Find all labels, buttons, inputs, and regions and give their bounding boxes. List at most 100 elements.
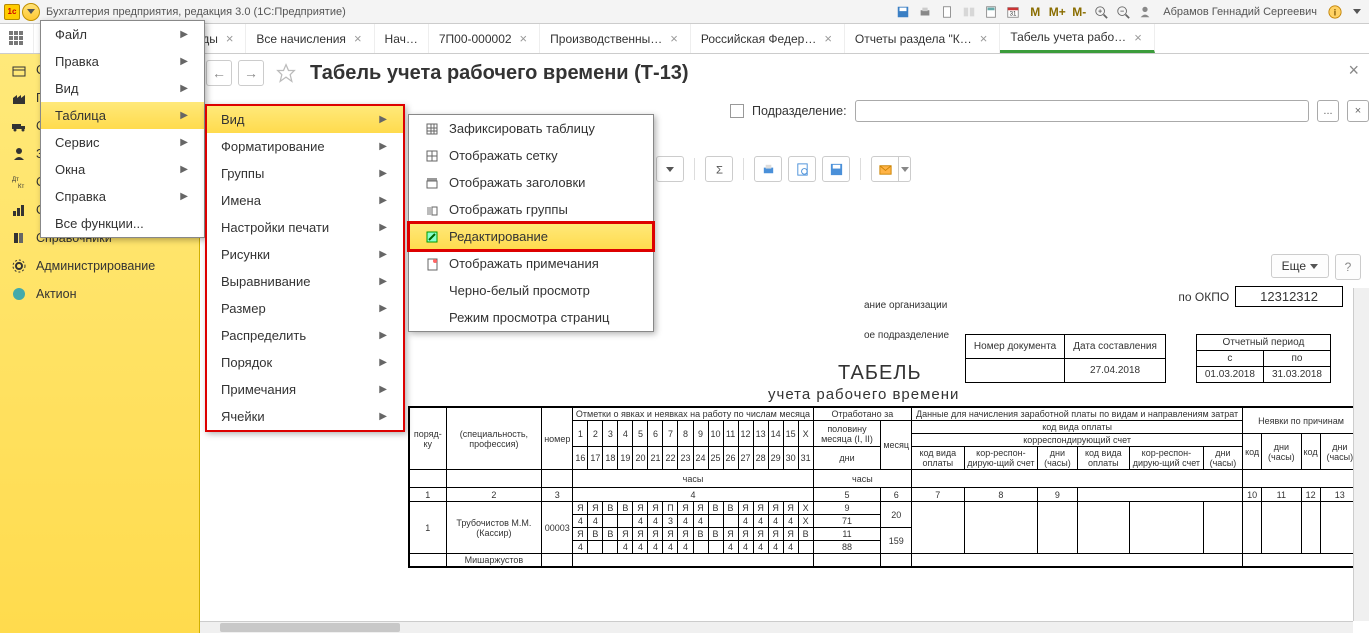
menu-item-2[interactable]: Группы▶ [207, 160, 403, 187]
menu-item-5[interactable]: Отображать примечания [409, 250, 653, 277]
submenu-arrow-icon: ▶ [180, 83, 188, 94]
menu-label: Рисунки [221, 247, 379, 262]
print-icon[interactable] [917, 4, 933, 20]
menu-label: Ячейки [221, 409, 379, 424]
sum-button[interactable]: Σ [705, 156, 733, 182]
menu-item-9[interactable]: Порядок▶ [207, 349, 403, 376]
tab-label: Российская Федер… [701, 32, 816, 46]
memory-mminus-button[interactable]: M- [1071, 4, 1087, 20]
app-title: Бухгалтерия предприятия, редакция 3.0 (1… [46, 6, 346, 18]
submenu-arrow-icon: ▶ [379, 249, 387, 260]
toolbar-button-1[interactable] [656, 156, 684, 182]
submenu-arrow-icon: ▶ [180, 191, 188, 202]
tab-1[interactable]: Все начисления× [246, 24, 374, 53]
svg-text:Дт: Дт [12, 177, 19, 183]
tab-6[interactable]: Отчеты раздела "К…× [845, 24, 1000, 53]
menu-item-0[interactable]: Файл▶ [41, 21, 204, 48]
menu-item-7[interactable]: Все функции... [41, 210, 204, 237]
preview-button[interactable] [788, 156, 816, 182]
favorite-star-icon[interactable] [276, 63, 296, 83]
menu-item-3[interactable]: Имена▶ [207, 187, 403, 214]
menu-icon [423, 257, 441, 271]
menu-label: Отображать группы [449, 202, 637, 217]
help-button[interactable]: ? [1335, 254, 1361, 280]
close-document-button[interactable]: × [1348, 60, 1359, 81]
tab-5[interactable]: Российская Федер… × [691, 24, 845, 53]
tab-close-icon[interactable]: × [978, 31, 990, 46]
tab-label: 7П00-000002 [439, 32, 512, 46]
menu-item-3[interactable]: Таблица▶ [41, 102, 204, 129]
info-icon[interactable]: i [1327, 4, 1343, 20]
menu-item-11[interactable]: Ячейки▶ [207, 403, 403, 430]
submenu-arrow-icon: ▶ [180, 56, 188, 67]
mail-button[interactable] [871, 156, 911, 182]
okpo-value: 12312312 [1235, 286, 1343, 307]
subdivision-input[interactable] [855, 100, 1309, 122]
menu-item-1[interactable]: Правка▶ [41, 48, 204, 75]
tab-close-icon[interactable]: × [352, 31, 364, 46]
menu-item-4[interactable]: Сервис▶ [41, 129, 204, 156]
tab-3[interactable]: 7П00-000002 × [429, 24, 540, 53]
vertical-scrollbar[interactable] [1353, 288, 1369, 621]
zoom-out-icon[interactable] [1115, 4, 1131, 20]
tab-7[interactable]: Табель учета рабо…× [1000, 24, 1154, 53]
menu-item-10[interactable]: Примечания▶ [207, 376, 403, 403]
table-submenu-border: Вид▶Форматирование▶Группы▶Имена▶Настройк… [205, 104, 405, 432]
tab-close-icon[interactable]: × [668, 31, 680, 46]
main-menu[interactable]: Файл▶Правка▶Вид▶Таблица▶Сервис▶Окна▶Спра… [40, 20, 205, 238]
menu-label: Таблица [55, 108, 180, 123]
memory-mplus-button[interactable]: M+ [1049, 4, 1065, 20]
menu-item-8[interactable]: Распределить▶ [207, 322, 403, 349]
more-button[interactable]: Еще [1271, 254, 1329, 278]
memory-m-button[interactable]: M [1027, 4, 1043, 20]
nav-item-7[interactable]: Администрирование [0, 252, 199, 280]
menu-item-0[interactable]: Зафиксировать таблицу [409, 115, 653, 142]
tab-4[interactable]: Производственны…× [540, 24, 691, 53]
save-icon[interactable] [895, 4, 911, 20]
calculator-icon[interactable] [983, 4, 999, 20]
tab-close-icon[interactable]: × [822, 31, 834, 46]
subdivision-clear-button[interactable]: × [1347, 100, 1369, 122]
compare-icon[interactable] [961, 4, 977, 20]
menu-item-6[interactable]: Черно-белый просмотр [409, 277, 653, 304]
menu-label: Примечания [221, 382, 379, 397]
zoom-in-icon[interactable] [1093, 4, 1109, 20]
tab-close-icon[interactable]: × [1132, 30, 1144, 45]
back-button[interactable]: ← [206, 60, 232, 86]
menu-item-7[interactable]: Режим просмотра страниц [409, 304, 653, 331]
menu-label: Выравнивание [221, 274, 379, 289]
caret-down-icon[interactable] [1349, 4, 1365, 20]
tab-close-icon[interactable]: × [518, 31, 530, 46]
nav-item-8[interactable]: Актион [0, 280, 199, 308]
subdivision-more-button[interactable]: ... [1317, 100, 1339, 122]
menu-item-7[interactable]: Размер▶ [207, 295, 403, 322]
menu-item-3[interactable]: Отображать группы [409, 196, 653, 223]
print-button[interactable] [754, 156, 782, 182]
user-name[interactable]: Абрамов Геннадий Сергеевич [1159, 6, 1321, 18]
main-timesheet-table[interactable]: поряд-ку (специальность, профессия) номе… [408, 406, 1361, 568]
submenu-arrow-icon: ▶ [379, 195, 387, 206]
tab-close-icon[interactable]: × [224, 31, 236, 46]
apps-grid-button[interactable] [0, 24, 34, 53]
menu-item-0[interactable]: Вид▶ [207, 106, 403, 133]
menu-item-5[interactable]: Окна▶ [41, 156, 204, 183]
subdivision-checkbox[interactable] [730, 104, 744, 118]
calendar-icon[interactable]: 31 [1005, 4, 1021, 20]
menu-item-4[interactable]: Редактирование [409, 223, 653, 250]
menu-item-2[interactable]: Отображать заголовки [409, 169, 653, 196]
menu-item-1[interactable]: Форматирование▶ [207, 133, 403, 160]
menu-item-1[interactable]: Отображать сетку [409, 142, 653, 169]
submenu-arrow-icon: ▶ [180, 164, 188, 175]
horizontal-scrollbar[interactable] [200, 621, 1353, 633]
menu-item-6[interactable]: Справка▶ [41, 183, 204, 210]
menu-item-5[interactable]: Рисунки▶ [207, 241, 403, 268]
tab-2[interactable]: Нач… [375, 24, 429, 53]
view-submenu[interactable]: Зафиксировать таблицуОтображать сеткуОто… [408, 114, 654, 332]
save-doc-button[interactable] [822, 156, 850, 182]
menu-item-2[interactable]: Вид▶ [41, 75, 204, 102]
main-menu-dropdown[interactable] [22, 3, 40, 21]
document-icon[interactable] [939, 4, 955, 20]
menu-item-6[interactable]: Выравнивание▶ [207, 268, 403, 295]
forward-button[interactable]: → [238, 60, 264, 86]
menu-item-4[interactable]: Настройки печати▶ [207, 214, 403, 241]
